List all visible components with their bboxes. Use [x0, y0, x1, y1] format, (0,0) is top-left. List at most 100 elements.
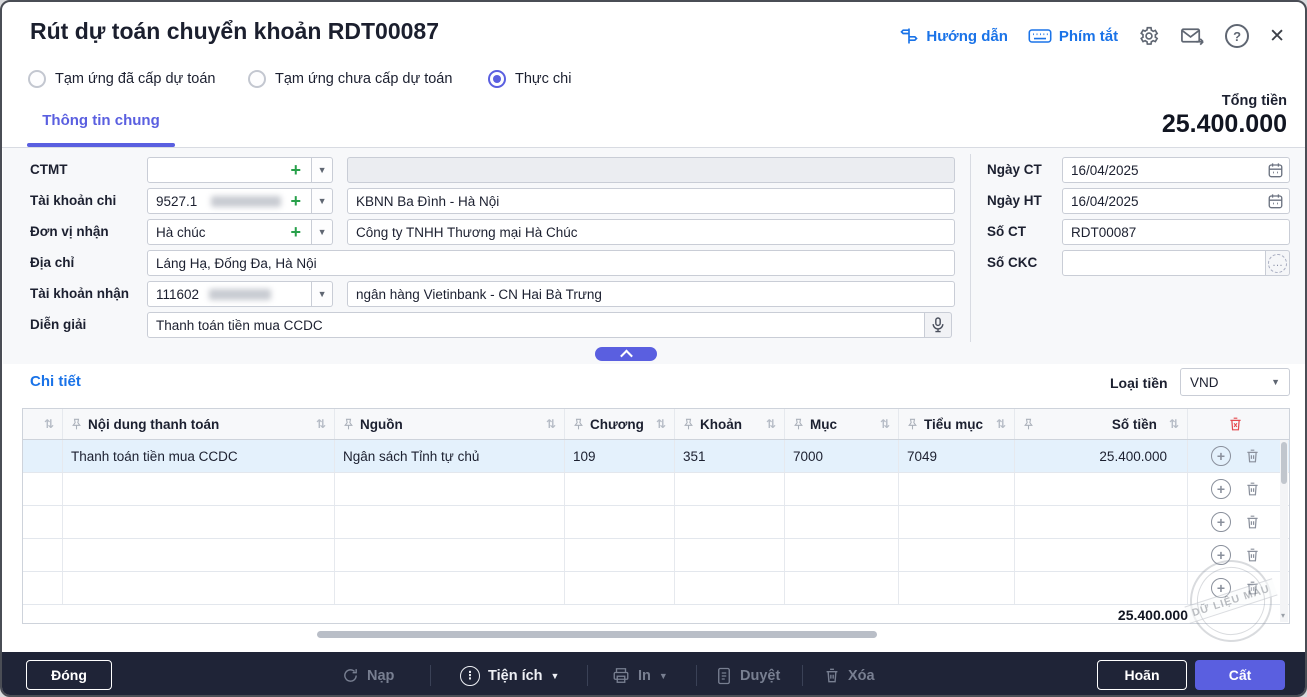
- vertical-scrollbar[interactable]: ▾: [1280, 440, 1288, 622]
- utilities-button[interactable]: ⋮ Tiện ích ▼: [460, 652, 559, 697]
- table-row[interactable]: Thanh toán tiền mua CCDC Ngân sách Tỉnh …: [23, 440, 1289, 473]
- label-ngay-ht: Ngày HT: [987, 188, 1042, 214]
- add-plus-icon[interactable]: +: [290, 223, 301, 241]
- add-plus-icon[interactable]: +: [290, 192, 301, 210]
- total-value: 25.400.000: [1162, 110, 1287, 139]
- header-cell-index[interactable]: ⇅: [23, 409, 63, 439]
- print-button[interactable]: In ▼: [612, 652, 668, 697]
- so-ckc-picker-button[interactable]: …: [1266, 250, 1290, 276]
- cell-so-tien[interactable]: 25.400.000: [1015, 440, 1188, 472]
- cell-chuong[interactable]: 109: [565, 440, 675, 472]
- sort-icon[interactable]: ⇅: [44, 417, 54, 431]
- calendar-icon[interactable]: [1268, 193, 1283, 209]
- horizontal-scrollbar-thumb[interactable]: [317, 631, 877, 638]
- tai-khoan-chi-dropdown-button[interactable]: ▼: [312, 188, 333, 214]
- save-button[interactable]: Cất: [1195, 660, 1285, 690]
- ctmt-input[interactable]: [147, 157, 312, 183]
- so-ckc-field[interactable]: [1062, 250, 1266, 276]
- ngay-ct-field[interactable]: [1062, 157, 1290, 183]
- redacted-text: [209, 289, 271, 300]
- radio-tam-ung-chua-cap[interactable]: Tạm ứng chưa cấp dự toán: [248, 70, 452, 88]
- dien-giai-field[interactable]: [147, 312, 925, 338]
- sort-icon[interactable]: ⇅: [880, 417, 890, 431]
- so-ct-field[interactable]: [1062, 219, 1290, 245]
- add-plus-icon[interactable]: +: [290, 161, 301, 179]
- close-icon[interactable]: ✕: [1269, 27, 1285, 46]
- sort-icon[interactable]: ⇅: [656, 417, 666, 431]
- table-row-empty[interactable]: +: [23, 539, 1289, 572]
- table-row-empty[interactable]: +: [23, 506, 1289, 539]
- label-so-ckc: Số CKC: [987, 250, 1037, 276]
- header-cell-chuong[interactable]: Chương⇅: [565, 409, 675, 439]
- pin-icon: [343, 418, 354, 430]
- cell-tieu-muc[interactable]: 7049: [899, 440, 1015, 472]
- cell-noi-dung[interactable]: Thanh toán tiền mua CCDC: [63, 440, 335, 472]
- don-vi-nhan-name-field[interactable]: [347, 219, 955, 245]
- ctmt-combo: + ▼: [147, 157, 333, 183]
- label-tai-khoan-nhan: Tài khoản nhận: [30, 281, 129, 307]
- send-mail-icon[interactable]: [1180, 25, 1205, 47]
- header-cell-tieu-muc[interactable]: Tiểu mục⇅: [899, 409, 1015, 439]
- don-vi-nhan-dropdown-button[interactable]: ▼: [312, 219, 333, 245]
- ctmt-name-field: [347, 157, 955, 183]
- tab-thong-tin-chung[interactable]: Thông tin chung: [27, 112, 175, 129]
- sort-icon[interactable]: ⇅: [996, 417, 1006, 431]
- add-row-icon[interactable]: +: [1211, 446, 1231, 466]
- calendar-icon[interactable]: [1268, 162, 1283, 178]
- ngay-ht-field[interactable]: [1062, 188, 1290, 214]
- header-cell-muc[interactable]: Mục⇅: [785, 409, 899, 439]
- don-vi-nhan-input[interactable]: [147, 219, 312, 245]
- delete-row-icon[interactable]: [1245, 448, 1260, 464]
- chevron-down-icon: ▼: [659, 671, 668, 681]
- tai-khoan-nhan-name-field[interactable]: [347, 281, 955, 307]
- scrollbar-down-arrow-icon[interactable]: ▾: [1281, 611, 1285, 620]
- postpone-button[interactable]: Hoãn: [1097, 660, 1187, 690]
- cell-nguon[interactable]: Ngân sách Tỉnh tự chủ: [335, 440, 565, 472]
- cell-khoan[interactable]: 351: [675, 440, 785, 472]
- delete-row-icon[interactable]: [1245, 481, 1260, 497]
- add-row-icon[interactable]: +: [1211, 479, 1231, 499]
- sort-icon[interactable]: ⇅: [1169, 417, 1179, 431]
- collapse-panel-button[interactable]: [595, 347, 657, 361]
- dia-chi-field[interactable]: [147, 250, 955, 276]
- add-row-icon[interactable]: +: [1211, 512, 1231, 532]
- header-cell-so-tien[interactable]: Số tiền⇅: [1015, 409, 1188, 439]
- tai-khoan-nhan-combo: ▼: [147, 281, 333, 307]
- total-label: Tổng tiền: [1162, 93, 1287, 109]
- form-vertical-divider: [970, 154, 971, 342]
- header-cell-actions[interactable]: [1188, 409, 1283, 439]
- footer-divider: [802, 665, 803, 686]
- ctmt-dropdown-button[interactable]: ▼: [312, 157, 333, 183]
- currency-select[interactable]: VND ▼: [1180, 368, 1290, 396]
- guide-link[interactable]: Hướng dẫn: [899, 26, 1008, 46]
- header-cell-nguon[interactable]: Nguồn⇅: [335, 409, 565, 439]
- radio-thuc-chi[interactable]: Thực chi: [488, 70, 571, 88]
- header-cell-noi-dung[interactable]: Nội dung thanh toán⇅: [63, 409, 335, 439]
- header-cell-khoan[interactable]: Khoản⇅: [675, 409, 785, 439]
- label-tai-khoan-chi: Tài khoản chi: [30, 188, 116, 214]
- sort-icon[interactable]: ⇅: [546, 417, 556, 431]
- microphone-button[interactable]: [925, 312, 952, 338]
- reload-button[interactable]: Nạp: [342, 652, 394, 697]
- help-icon[interactable]: ?: [1225, 24, 1249, 48]
- delete-button[interactable]: Xóa: [824, 652, 875, 697]
- label-dia-chi: Địa chỉ: [30, 250, 74, 276]
- table-row-empty[interactable]: +: [23, 572, 1289, 605]
- tai-khoan-chi-name-field[interactable]: [347, 188, 955, 214]
- delete-row-icon[interactable]: [1245, 514, 1260, 530]
- currency-value: VND: [1190, 375, 1219, 390]
- close-button[interactable]: Đóng: [26, 660, 112, 690]
- sort-icon[interactable]: ⇅: [766, 417, 776, 431]
- settings-gear-icon[interactable]: [1138, 25, 1160, 47]
- vertical-scrollbar-thumb[interactable]: [1281, 442, 1287, 484]
- tai-khoan-nhan-dropdown-button[interactable]: ▼: [312, 281, 333, 307]
- table-row-empty[interactable]: +: [23, 473, 1289, 506]
- shortcuts-link[interactable]: Phím tắt: [1028, 26, 1118, 46]
- delete-row-icon[interactable]: [1245, 547, 1260, 563]
- pin-icon: [907, 418, 918, 430]
- approve-button[interactable]: Duyệt: [716, 652, 780, 697]
- cell-muc[interactable]: 7000: [785, 440, 899, 472]
- sort-icon[interactable]: ⇅: [316, 417, 326, 431]
- pin-icon: [793, 418, 804, 430]
- radio-tam-ung-da-cap[interactable]: Tạm ứng đã cấp dự toán: [28, 70, 215, 88]
